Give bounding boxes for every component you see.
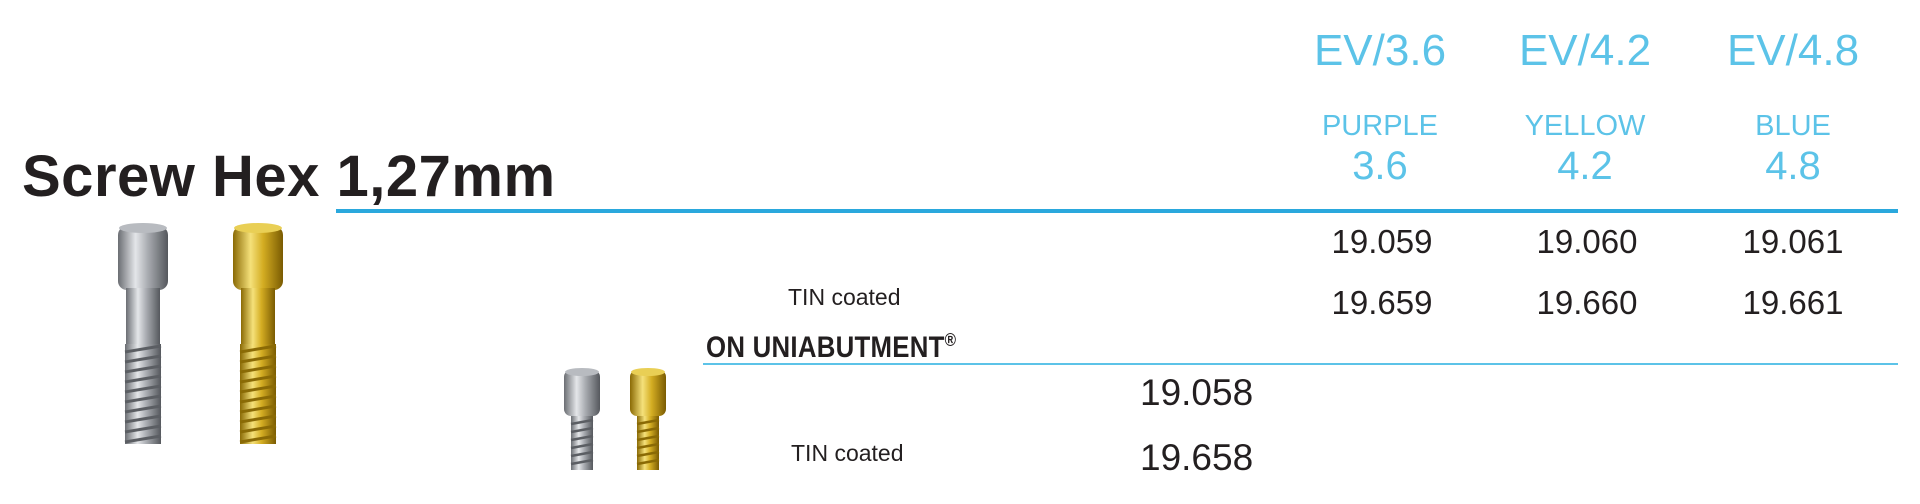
col-size-header-1: EV/3.6: [1313, 26, 1447, 75]
col-size-header-2: EV/4.2: [1518, 26, 1652, 75]
screw-illustration-large: [118, 223, 283, 444]
header-divider: [336, 209, 1898, 213]
row-label-tin-coated: TIN coated: [788, 284, 901, 310]
code-row1-col3: 19.061: [1742, 223, 1844, 260]
code-row1-col1: 19.059: [1331, 223, 1433, 260]
code-row2-col1: 19.659: [1331, 284, 1433, 321]
product-title: Screw Hex 1,27mm: [22, 144, 556, 209]
col-size-header-3: EV/4.8: [1726, 26, 1860, 75]
uniabutment-code-1: 19.058: [1140, 372, 1254, 413]
uniabutment-code-2: 19.658: [1140, 437, 1254, 478]
col-diameter-header-2: 4.2: [1557, 144, 1613, 188]
uniabutment-subtitle-text: ON UNIABUTMENT: [706, 331, 945, 364]
code-row1-col2: 19.060: [1536, 223, 1638, 260]
screw-illustration-small: [564, 368, 666, 470]
registered-mark: ®: [944, 330, 957, 350]
uniabutment-subtitle: ON UNIABUTMENT®: [706, 330, 956, 365]
code-row2-col2: 19.660: [1536, 284, 1638, 321]
col-diameter-header-3: 4.8: [1765, 144, 1821, 188]
small-screw-titanium-image: [564, 368, 600, 470]
screw-titanium-image: [118, 223, 168, 444]
uniabutment-label-tin-coated: TIN coated: [791, 440, 904, 466]
uniabutment-divider: [703, 363, 1898, 365]
col-color-header-3: BLUE: [1755, 110, 1831, 142]
small-screw-gold-image: [630, 368, 666, 470]
col-diameter-header-1: 3.6: [1352, 144, 1408, 188]
col-color-header-1: PURPLE: [1321, 110, 1439, 142]
col-color-header-2: YELLOW: [1524, 110, 1646, 142]
screw-gold-image: [233, 223, 283, 444]
code-row2-col3: 19.661: [1742, 284, 1844, 321]
